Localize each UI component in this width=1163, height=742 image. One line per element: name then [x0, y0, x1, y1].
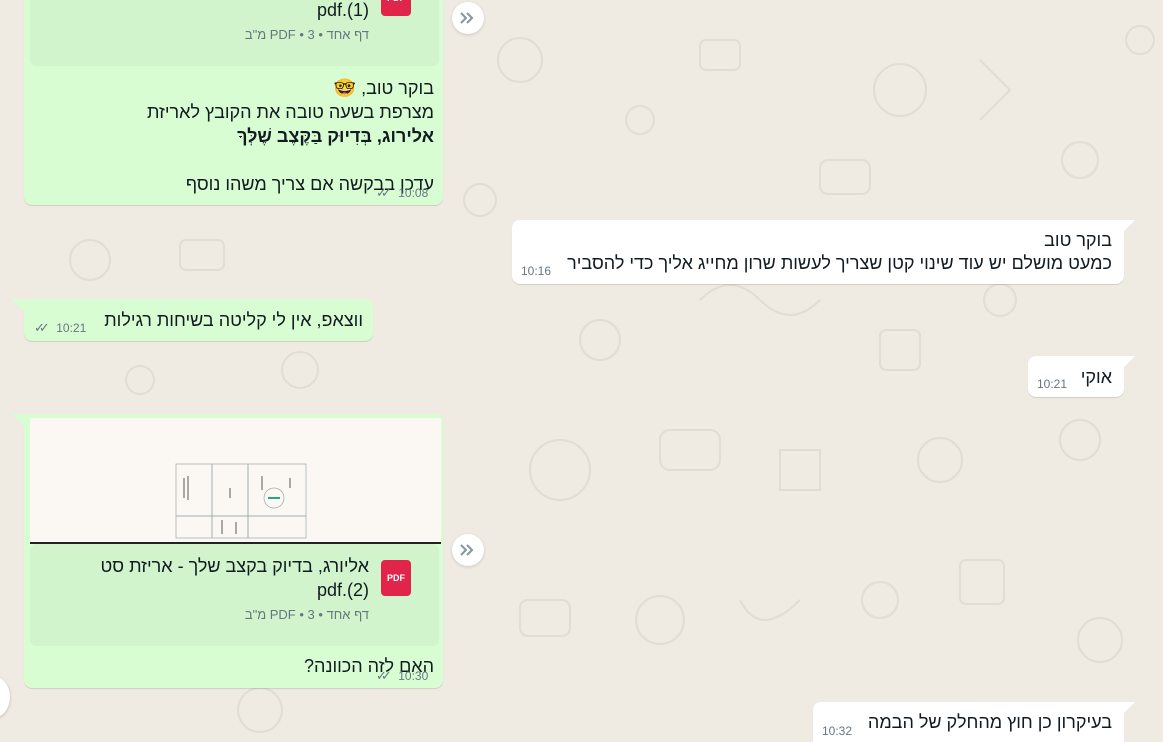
message-time: 10:21	[56, 321, 87, 335]
document-attachment[interactable]: PDF pdf.(1) דף אחד • PDF • 3 מ"ב	[30, 0, 439, 66]
forward-icon[interactable]	[452, 534, 484, 566]
document-attachment[interactable]: PDF אליורג, בדיוק בקצב שלך - אריזת סט pd…	[30, 544, 439, 646]
message-text-line: אוקי	[1080, 367, 1112, 387]
document-name: pdf.(2)	[316, 580, 369, 600]
forward-icon[interactable]	[452, 2, 484, 34]
message-bubble[interactable]: בעיקרון כן חוץ מהחלק של הבמה 10:32	[813, 702, 1124, 742]
message-meta: ✓✓ 10:30	[376, 667, 428, 685]
message-text-line: ווצאפ, אין לי קליטה בשיחות רגילות	[104, 310, 363, 330]
message-text-line: בוקר טוב	[1044, 230, 1112, 250]
bubble-tail	[1123, 220, 1135, 232]
document-name: אליורג, בדיוק בקצב שלך - אריזת סט	[100, 556, 369, 576]
message-text-line: בעיקרון כן חוץ מהחלק של הבמה	[867, 712, 1112, 732]
message-meta: ✓✓ 10:08	[376, 184, 428, 202]
message-time: 10:16	[521, 264, 552, 278]
message-time: 10:08	[398, 186, 429, 200]
double-check-icon: ✓✓	[376, 185, 392, 200]
document-meta: דף אחד • PDF • 3 מ"ב	[244, 607, 369, 622]
message-time: 10:32	[822, 724, 853, 738]
bubble-tail	[12, 414, 24, 426]
bubble-tail	[12, 299, 24, 311]
double-check-icon: ✓✓	[376, 668, 392, 683]
pdf-icon: PDF	[381, 0, 411, 16]
pdf-icon: PDF	[381, 560, 411, 596]
document-preview-thumbnail	[175, 463, 307, 539]
message-text-line: בוקר טוב, 🤓	[333, 78, 434, 98]
message-bubble[interactable]: אוקי 10:21	[1028, 356, 1124, 397]
message-time: 10:21	[1037, 377, 1068, 391]
document-preview[interactable]	[30, 418, 441, 544]
message-bubble[interactable]: בוקר טוב כמעט מושלם יש עוד שינוי קטן שצר…	[512, 220, 1124, 284]
message-text-line: מצרפת בשעה טובה את הקובץ לאריזת	[146, 102, 434, 122]
message-time: 10:30	[398, 669, 429, 683]
bubble-tail	[1123, 702, 1135, 714]
message-meta: ✓✓ 10:21	[34, 319, 86, 337]
message-bubble[interactable]: ווצאפ, אין לי קליטה בשיחות רגילות ✓✓ 10:…	[24, 299, 373, 341]
message-text-line: אלירוג, בְּדִיוּק בַּקֶּצֶב שֶׁלְּךָ	[237, 126, 434, 146]
document-meta: דף אחד • PDF • 3 מ"ב	[244, 27, 369, 42]
document-name: pdf.(1)	[316, 0, 369, 20]
double-check-icon: ✓✓	[34, 320, 50, 335]
message-bubble[interactable]: PDF אליורג, בדיוק בקצב שלך - אריזת סט pd…	[24, 414, 443, 688]
message-bubble[interactable]: PDF pdf.(1) דף אחד • PDF • 3 מ"ב בוקר טו…	[24, 0, 443, 205]
message-text-line: כמעט מושלם יש עוד שינוי קטן שצריך לעשות …	[567, 253, 1112, 273]
bubble-tail	[1123, 356, 1135, 368]
